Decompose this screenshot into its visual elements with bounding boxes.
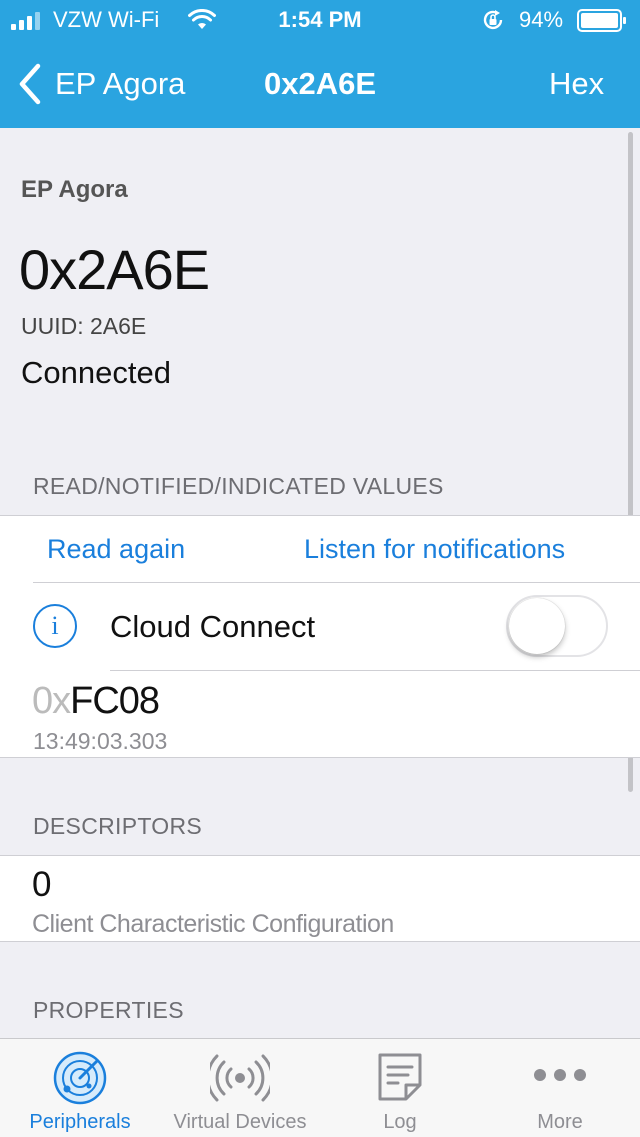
listen-notifications-button[interactable]: Listen for notifications — [304, 534, 565, 565]
cloud-connect-label: Cloud Connect — [110, 609, 316, 644]
characteristic-title: 0x2A6E — [19, 238, 210, 301]
descriptor-name: Client Characteristic Configuration — [32, 910, 394, 938]
peripheral-name: EP Agora — [21, 176, 128, 203]
info-icon[interactable]: i — [33, 604, 77, 648]
radar-icon — [53, 1051, 107, 1105]
divider — [0, 855, 640, 856]
rotation-lock-icon — [481, 8, 505, 37]
hex-button[interactable]: Hex — [549, 64, 604, 104]
tab-label: More — [537, 1111, 583, 1133]
log-icon — [378, 1053, 422, 1101]
navigation-bar: VZW Wi-Fi 1:54 PM 94% EP Agora 0x2A6E He… — [0, 0, 640, 128]
properties-section-header: PROPERTIES — [33, 997, 184, 1023]
tab-label: Virtual Devices — [173, 1111, 307, 1133]
divider — [33, 582, 640, 583]
uuid-label: UUID: 2A6E — [21, 313, 147, 339]
descriptors-section-header: DESCRIPTORS — [33, 813, 203, 839]
battery-percent: 94% — [519, 7, 564, 32]
value-hex: FC08 — [70, 680, 160, 722]
tab-label: Log — [383, 1111, 417, 1133]
read-again-button[interactable]: Read again — [47, 534, 185, 565]
divider — [110, 670, 640, 671]
divider — [0, 515, 640, 516]
toggle-knob — [509, 598, 565, 654]
more-icon — [534, 1069, 586, 1081]
value-prefix: 0x — [32, 680, 71, 722]
broadcast-icon — [210, 1054, 270, 1102]
tab-log[interactable]: Log — [320, 1039, 480, 1137]
divider — [0, 757, 640, 758]
divider — [0, 941, 640, 942]
battery-icon — [577, 9, 627, 33]
value-readout: 0xFC08 — [32, 680, 160, 723]
tab-virtual-devices[interactable]: Virtual Devices — [160, 1039, 320, 1137]
descriptor-value: 0 — [32, 865, 52, 904]
descriptor-row[interactable]: 0 Client Characteristic Configuration — [0, 855, 640, 942]
values-section-header: READ/NOTIFIED/INDICATED VALUES — [33, 473, 444, 499]
cloud-connect-toggle[interactable] — [506, 595, 608, 657]
tab-bar: Peripherals Virtual Devices Log More — [0, 1038, 640, 1137]
connection-status: Connected — [21, 355, 171, 390]
tab-peripherals[interactable]: Peripherals — [0, 1039, 160, 1137]
value-timestamp: 13:49:03.303 — [33, 728, 168, 754]
tab-label: Peripherals — [29, 1111, 131, 1133]
nav-title: 0x2A6E — [263, 66, 377, 101]
tab-more[interactable]: More — [480, 1039, 640, 1137]
